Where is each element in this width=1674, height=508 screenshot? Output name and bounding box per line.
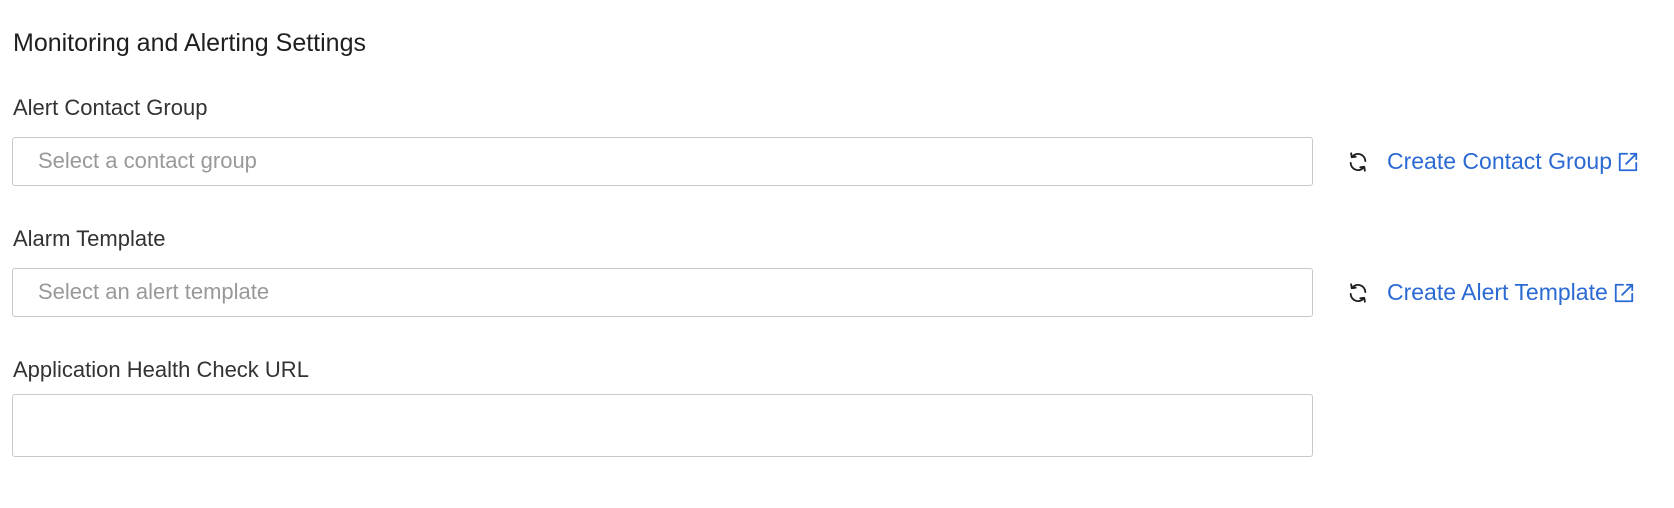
create-alert-template-label: Create Alert Template (1387, 279, 1608, 305)
health-check-url-input[interactable] (12, 394, 1313, 457)
alarm-template-placeholder: Select an alert template (38, 279, 270, 304)
contact-group-placeholder: Select a contact group (38, 148, 257, 173)
section-title: Monitoring and Alerting Settings (13, 29, 366, 57)
contact-group-actions: Create Contact Group (1345, 137, 1639, 186)
contact-group-select[interactable]: Select a contact group (12, 137, 1313, 186)
external-link-icon (1613, 282, 1635, 304)
alarm-template-label: Alarm Template (13, 226, 166, 251)
refresh-icon[interactable] (1345, 149, 1371, 175)
alarm-template-actions: Create Alert Template (1345, 268, 1635, 317)
monitoring-alerting-panel: Monitoring and Alerting Settings Alert C… (0, 0, 1674, 508)
create-contact-group-label: Create Contact Group (1387, 148, 1613, 174)
refresh-icon[interactable] (1345, 280, 1371, 306)
create-alert-template-link[interactable]: Create Alert Template (1387, 279, 1635, 306)
alarm-template-select[interactable]: Select an alert template (12, 268, 1313, 317)
contact-group-label: Alert Contact Group (13, 95, 208, 120)
external-link-icon (1617, 151, 1639, 173)
health-check-label: Application Health Check URL (13, 357, 309, 382)
create-contact-group-link[interactable]: Create Contact Group (1387, 148, 1639, 175)
